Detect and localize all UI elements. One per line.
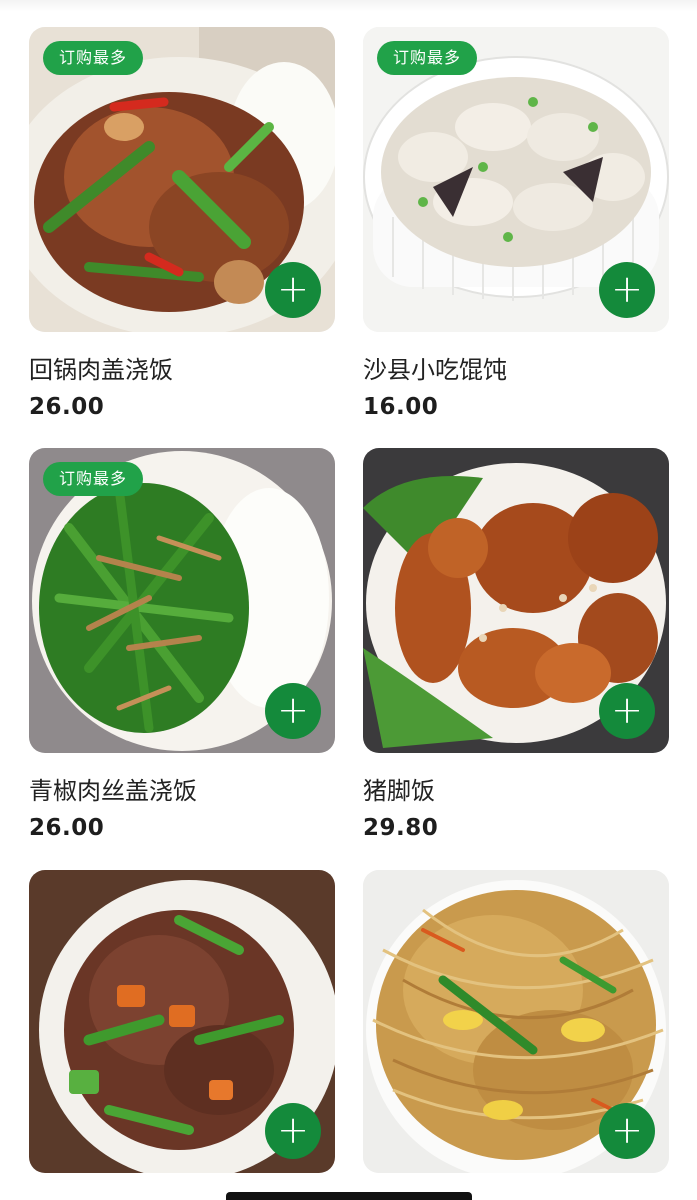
product-image-pork-trotter-rice[interactable]: + [363,448,669,753]
product-price: 29.80 [363,815,439,841]
add-to-cart-button[interactable]: + [265,1103,321,1159]
product-card[interactable]: + [363,870,669,1173]
add-to-cart-button[interactable]: + [265,683,321,739]
add-to-cart-button[interactable]: + [265,262,321,318]
product-card[interactable]: 订购最多 + 青椒肉丝盖浇饭 26.00 [29,448,335,843]
product-image-wonton-soup[interactable]: 订购最多 + [363,27,669,332]
home-indicator[interactable] [226,1192,472,1200]
product-name[interactable]: 回锅肉盖浇饭 [29,354,335,386]
product-card[interactable]: 订购最多 + 回锅肉盖浇饭 26.00 [29,27,335,422]
most-ordered-badge: 订购最多 [377,41,478,75]
add-to-cart-button[interactable]: + [599,683,655,739]
plus-icon: + [611,1108,643,1152]
product-price: 26.00 [29,815,105,841]
plus-icon: + [277,688,309,732]
product-image-fried-rice-noodles[interactable]: + [363,870,669,1173]
plus-icon: + [611,267,643,311]
product-image-braised-pork-pepper[interactable]: + [29,870,335,1173]
add-to-cart-button[interactable]: + [599,1103,655,1159]
product-card[interactable]: + [29,870,335,1173]
product-name[interactable]: 沙县小吃馄饨 [363,354,669,386]
product-price: 26.00 [29,394,105,420]
most-ordered-badge: 订购最多 [43,462,144,496]
product-card[interactable]: + 猪脚饭 29.80 [363,448,669,843]
product-grid: 订购最多 + 回锅肉盖浇饭 26.00 订购最多 + 沙县小吃馄饨 16.00 … [0,0,697,1200]
most-ordered-badge: 订购最多 [43,41,144,75]
product-name[interactable]: 猪脚饭 [363,775,669,807]
product-card[interactable]: 订购最多 + 沙县小吃馄饨 16.00 [363,27,669,422]
product-image-pepper-pork-rice[interactable]: 订购最多 + [29,448,335,753]
add-to-cart-button[interactable]: + [599,262,655,318]
plus-icon: + [277,267,309,311]
product-price: 16.00 [363,394,439,420]
plus-icon: + [277,1108,309,1152]
plus-icon: + [611,688,643,732]
product-image-twice-cooked-pork[interactable]: 订购最多 + [29,27,335,332]
product-name[interactable]: 青椒肉丝盖浇饭 [29,775,335,807]
